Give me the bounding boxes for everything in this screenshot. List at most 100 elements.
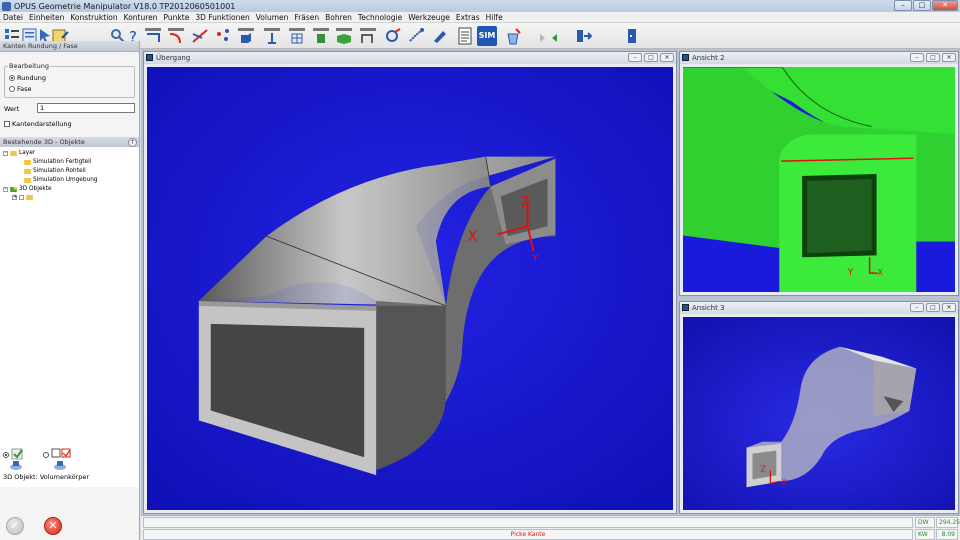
viewport-maximize-button[interactable]: □ [926,53,940,62]
viewport-title: Übergang [156,54,191,62]
folder-icon [24,168,31,174]
kantendarstellung-label: Kantendarstellung [12,120,72,128]
3d-grid-icon[interactable] [287,26,307,46]
collapse-up-icon[interactable]: ↑ [128,138,137,147]
radio-rundung-dot[interactable] [9,75,15,81]
viewport-title-bar: Übergang – □ ✕ [144,52,676,64]
tree-item-sim-fertig[interactable]: Simulation Fertigteil [24,159,91,165]
menu-datei[interactable]: Datei [3,13,23,22]
close-button[interactable]: ✕ [932,0,958,11]
tree-label-sim-fertig: Simulation Fertigteil [33,159,92,165]
tree-expand-icon[interactable]: + [12,195,17,200]
trim-icon[interactable] [190,26,210,46]
viewport-minimize-button[interactable]: – [628,53,642,62]
viewport-ansicht-2[interactable]: Ansicht 2 – □ ✕ Y X [679,51,959,296]
analysis-icon[interactable] [383,26,403,46]
tree-item-volumenkoerper[interactable]: + [12,195,33,200]
axis-z-label: Z [760,464,766,473]
menu-volumen[interactable]: Volumen [256,13,289,22]
viewport-title-bar: Ansicht 2 – □ ✕ [680,52,958,64]
minimize-button[interactable]: – [894,0,912,11]
radio-rundung-label: Rundung [17,74,46,82]
menu-einheiten[interactable]: Einheiten [29,13,64,22]
window-controls: – □ ✕ [894,0,958,12]
kantendarstellung-checkbox-row[interactable]: Kantendarstellung [4,120,72,128]
axis-y-label: Y [532,253,540,264]
menu-extras[interactable]: Extras [456,13,480,22]
axis-y-label: Y [847,268,854,278]
radio-rundung[interactable]: Rundung [9,74,46,82]
tree-item-sim-umg[interactable]: Simulation Umgebung [24,177,98,183]
tree-item-3d-objekte[interactable]: - 3D Objekte [3,186,52,192]
menu-fraesen[interactable]: Fräsen [294,13,319,22]
viewport-minimize-button[interactable]: – [910,303,924,312]
menu-werkzeuge[interactable]: Werkzeuge [408,13,450,22]
objects-header-label: Bestehende 3D - Objekte [3,138,85,146]
view-2-3d-view[interactable]: Y X [683,67,955,292]
folder-icon [24,177,31,183]
3d-box-icon[interactable] [236,26,256,46]
tree-label-layer: Layer [19,150,36,156]
wert-label: Wert [4,105,20,113]
3d-cylinder-icon[interactable] [311,26,331,46]
viewport-minimize-button[interactable]: – [910,53,924,62]
viewport-ansicht-3[interactable]: Ansicht 3 – □ ✕ Z X [679,301,959,514]
menu-konturen[interactable]: Konturen [124,13,158,22]
sim-button[interactable]: SIM [477,26,497,46]
main-3d-view[interactable]: X Z Y [147,67,673,510]
viewport-uebergang[interactable]: Übergang – □ ✕ X Z Y [143,51,677,514]
view-3-3d-view[interactable]: Z X [683,317,955,510]
maximize-button[interactable]: □ [913,0,931,11]
drill-icon[interactable] [406,26,426,46]
rounding-icon[interactable] [166,26,186,46]
move-icon[interactable] [143,26,163,46]
tree-item-sim-roh[interactable]: Simulation Rohteil [24,168,86,174]
nc-code-icon[interactable] [455,26,475,46]
ok-button[interactable]: ✓ [6,517,24,535]
viewport-icon [682,304,689,311]
visibility-checkbox[interactable] [19,195,24,200]
menu-konstruktion[interactable]: Konstruktion [70,13,117,22]
tree-label-sim-roh: Simulation Rohteil [33,168,86,174]
menu-technologie[interactable]: Technologie [358,13,402,22]
cube-icon [10,186,17,192]
tree-expand-icon[interactable]: - [3,150,8,156]
selection-mode-icons[interactable] [2,447,138,475]
panel-header: Kanten Rundung / Fase [0,41,139,52]
viewport-close-button[interactable]: ✕ [942,53,956,62]
menu-punkte[interactable]: Punkte [164,13,190,22]
surface-icon[interactable] [358,26,378,46]
3d-solid-icon[interactable] [334,26,354,46]
object-tree: - Layer Simulation Fertigteil Simulation… [0,147,139,487]
exit-icon[interactable] [622,26,642,46]
3d-extrude-icon[interactable] [262,26,282,46]
viewport-close-button[interactable]: ✕ [660,53,674,62]
export-icon[interactable] [574,26,594,46]
tree-label-3d-objekte: 3D Objekte [19,186,52,192]
axis-z-label: Z [521,194,531,210]
menu-hilfe[interactable]: Hilfe [486,13,503,22]
mdi-area: Übergang – □ ✕ X Z Y Ansicht 2 – □ ✕ Y X… [141,49,960,515]
menu-bar: Datei Einheiten Konstruktion Konturen Pu… [0,12,960,23]
tree-label-sim-umg: Simulation Umgebung [33,177,98,183]
status-message-top [143,517,913,528]
app-icon [2,1,11,11]
tree-expand-icon[interactable]: - [3,186,8,192]
radio-fase-dot[interactable] [9,86,15,92]
redo-icon[interactable] [527,26,547,46]
radio-fase[interactable]: Fase [9,85,32,93]
cancel-button[interactable]: ✕ [44,517,62,535]
undo-icon[interactable] [550,26,570,46]
viewport-close-button[interactable]: ✕ [942,303,956,312]
points-icon[interactable] [213,26,233,46]
menu-bohren[interactable]: Bohren [325,13,352,22]
wert-input[interactable]: 1 [37,103,135,113]
menu-3d-funktionen[interactable]: 3D Funktionen [195,13,249,22]
viewport-maximize-button[interactable]: □ [926,303,940,312]
viewport-maximize-button[interactable]: □ [644,53,658,62]
mill-icon[interactable] [430,26,450,46]
kantendarstellung-checkbox[interactable] [4,121,10,127]
tree-item-layer[interactable]: - Layer [3,150,35,156]
tool-icon[interactable] [503,26,523,46]
axis-x-label: X [878,268,884,277]
